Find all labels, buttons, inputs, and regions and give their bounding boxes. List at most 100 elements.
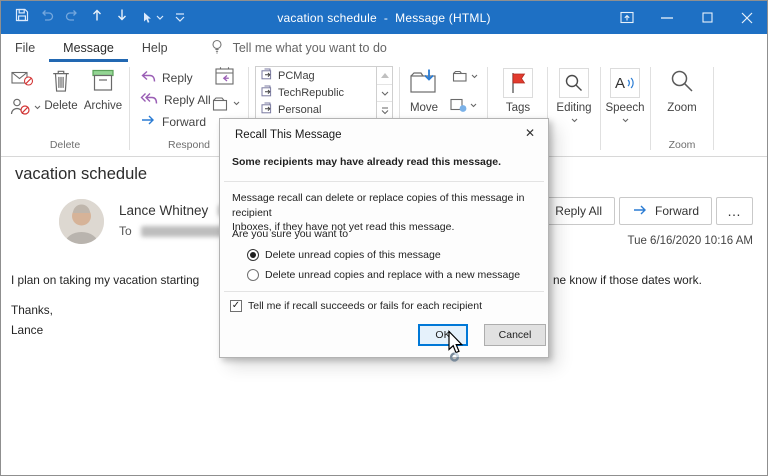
move-button[interactable]: Move xyxy=(402,68,446,114)
dialog-question: Are you sure you want to xyxy=(232,228,349,240)
body-signature: Lance xyxy=(11,323,44,337)
outlook-message-window: vacation schedule - Message (HTML) File … xyxy=(0,0,768,476)
magnifier-icon xyxy=(559,68,589,98)
reply-all-ribbon-button[interactable]: Reply All xyxy=(140,92,211,108)
undo-icon xyxy=(40,8,54,27)
move-folder-icon xyxy=(261,68,273,83)
move-label: Move xyxy=(409,102,439,114)
tags-button[interactable]: Tags xyxy=(496,68,540,114)
chevron-down-icon xyxy=(622,118,628,123)
forward-label: Forward xyxy=(162,114,207,129)
forward-button[interactable]: Forward xyxy=(618,197,712,225)
ribbon-group-speech: A Speech xyxy=(601,62,650,156)
sender-name[interactable]: Lance Whitney xyxy=(119,203,208,218)
trash-icon xyxy=(50,68,72,96)
window-controls xyxy=(607,1,767,34)
reply-label: Reply xyxy=(162,71,193,85)
gallery-scroll-down-icon[interactable] xyxy=(377,83,392,102)
archive-button[interactable]: Archive xyxy=(81,68,125,112)
dialog-divider xyxy=(224,181,544,182)
quick-step-techrepublic[interactable]: TechRepublic xyxy=(256,84,376,101)
checkbox-tell-me-result[interactable]: ✓ Tell me if recall succeeds or fails fo… xyxy=(230,300,482,312)
tab-message[interactable]: Message xyxy=(49,34,128,62)
cancel-button[interactable]: Cancel xyxy=(484,324,546,346)
rules-button[interactable] xyxy=(452,70,478,82)
forward-icon xyxy=(140,114,156,129)
dialog-title: Recall This Message xyxy=(235,129,342,141)
gallery-scroll-up-icon[interactable] xyxy=(377,67,392,84)
body-closing: Thanks, xyxy=(11,303,53,317)
radio-delete-and-replace[interactable]: Delete unread copies and replace with a … xyxy=(247,269,520,281)
body-text-right: ne know if those dates work. xyxy=(553,273,702,287)
recall-dialog: Recall This Message ✕ Some recipients ma… xyxy=(219,118,549,358)
tab-file[interactable]: File xyxy=(1,34,49,62)
checkbox-label: Tell me if recall succeeds or fails for … xyxy=(248,300,483,312)
message-date: Tue 6/16/2020 10:16 AM xyxy=(627,235,753,247)
lightbulb-icon xyxy=(210,39,224,57)
next-item-icon[interactable] xyxy=(115,8,129,27)
zoom-group-label: Zoom xyxy=(668,139,696,151)
ribbon-display-options-icon[interactable] xyxy=(607,1,647,34)
tab-help[interactable]: Help xyxy=(128,34,182,62)
quick-step-label: Personal xyxy=(278,103,322,116)
editing-button[interactable]: Editing xyxy=(552,68,596,123)
speech-button[interactable]: A Speech xyxy=(603,68,647,123)
to-label: To xyxy=(119,224,132,238)
forward-icon xyxy=(632,204,648,219)
title-bar: vacation schedule - Message (HTML) xyxy=(1,1,767,34)
ribbon-group-delete: Delete Archive Delete xyxy=(1,62,129,156)
block-sender-button[interactable] xyxy=(9,97,41,117)
tags-label: Tags xyxy=(505,102,531,114)
more-actions-button[interactable]: … xyxy=(716,197,753,225)
radio-selected-icon xyxy=(247,249,259,261)
radio-unselected-icon xyxy=(247,269,259,281)
delete-group-label: Delete xyxy=(49,139,81,151)
tell-me-label: Tell me what you want to do xyxy=(232,41,387,55)
actions-button[interactable] xyxy=(450,98,477,112)
move-folder-icon xyxy=(261,102,273,117)
tell-me-box[interactable]: Tell me what you want to do xyxy=(210,34,387,62)
reply-all-label: Reply All xyxy=(164,93,211,107)
close-button[interactable] xyxy=(727,1,767,34)
speech-label: Speech xyxy=(605,102,645,114)
radio-delete-unread-copies[interactable]: Delete unread copies of this message xyxy=(247,249,441,261)
quick-steps-gallery: PCMag TechRepublic Personal xyxy=(255,66,393,120)
ribbon-tabs: File Message Help Tell me what you want … xyxy=(1,34,767,62)
mouse-cursor xyxy=(441,330,467,367)
zoom-button[interactable]: Zoom xyxy=(660,68,704,114)
body-text-left: I plan on taking my vacation starting xyxy=(11,273,200,287)
dialog-close-button[interactable]: ✕ xyxy=(517,123,543,143)
ignore-button[interactable] xyxy=(11,70,35,91)
reply-button[interactable]: Reply xyxy=(140,70,193,86)
flag-icon xyxy=(503,68,533,98)
minimize-button[interactable] xyxy=(647,1,687,34)
close-icon: ✕ xyxy=(524,126,536,140)
reply-icon xyxy=(140,70,156,86)
forward-ribbon-button[interactable]: Forward xyxy=(140,114,206,129)
radio-label: Delete unread copies and replace with a … xyxy=(265,269,521,281)
gallery-more-icon[interactable] xyxy=(377,101,392,119)
speech-letter: A xyxy=(614,74,625,92)
ribbon-group-editing: Editing xyxy=(548,62,600,156)
move-icon xyxy=(409,68,439,98)
ribbon-group-zoom: Zoom Zoom xyxy=(651,62,713,156)
chevron-down-icon xyxy=(571,118,577,123)
meeting-button[interactable] xyxy=(214,66,236,92)
previous-item-icon[interactable] xyxy=(90,8,104,27)
dialog-divider xyxy=(224,291,544,292)
quick-step-personal[interactable]: Personal xyxy=(256,101,376,118)
save-icon[interactable] xyxy=(15,8,29,27)
more-respond-actions-button[interactable] xyxy=(212,96,240,111)
dialog-warning: Some recipients may have already read th… xyxy=(232,156,502,168)
redo-icon xyxy=(65,8,79,27)
maximize-button[interactable] xyxy=(687,1,727,34)
speech-icon: A xyxy=(610,68,640,98)
move-folder-icon xyxy=(261,85,273,100)
quick-step-label: TechRepublic xyxy=(278,86,345,99)
window-title: vacation schedule - Message (HTML) xyxy=(277,10,491,25)
sender-avatar[interactable] xyxy=(59,199,104,244)
checkbox-checked-icon: ✓ xyxy=(230,300,242,312)
delete-button[interactable]: Delete xyxy=(39,68,83,112)
quick-step-pcmag[interactable]: PCMag xyxy=(256,67,376,84)
reply-all-icon xyxy=(140,92,158,108)
